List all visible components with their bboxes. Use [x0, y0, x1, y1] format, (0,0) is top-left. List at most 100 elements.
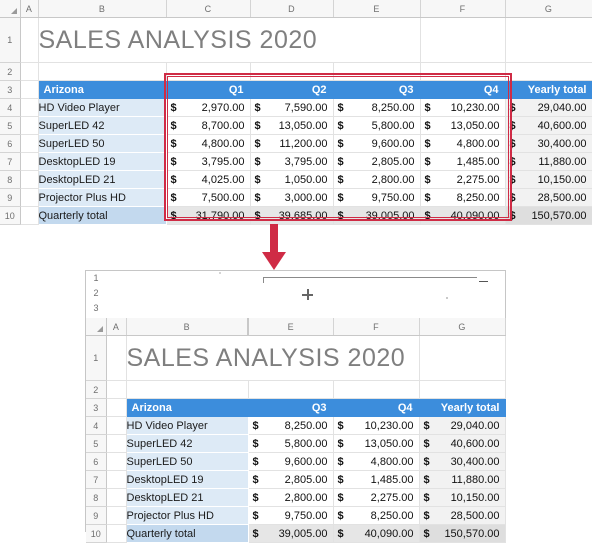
bottom-cell-a5[interactable]: [106, 434, 127, 453]
bottom-q3-value[interactable]: $2,800.00: [248, 488, 334, 507]
bottom-q4-value[interactable]: $10,230.00: [333, 416, 420, 435]
bottom-product-label[interactable]: HD Video Player: [126, 416, 249, 435]
top-yearly-value[interactable]: $40,600.00: [505, 116, 592, 135]
top-col-header-g[interactable]: G: [505, 0, 592, 18]
top-col-header-f[interactable]: F: [420, 0, 506, 18]
top-cell-g2[interactable]: [505, 62, 592, 81]
top-row-header-4[interactable]: 4: [0, 98, 21, 117]
bottom-product-label[interactable]: DesktopLED 21: [126, 488, 249, 507]
bottom-row-header-8[interactable]: 8: [86, 488, 107, 507]
bottom-product-label[interactable]: DesktopLED 19: [126, 470, 249, 489]
top-q2-value[interactable]: $3,000.00: [250, 188, 334, 207]
bottom-q4-total[interactable]: $40,090.00: [333, 524, 420, 543]
bottom-cell-a9[interactable]: [106, 506, 127, 525]
top-q4-value[interactable]: $10,230.00: [420, 98, 506, 117]
outline-level-2[interactable]: 2: [86, 286, 106, 301]
bottom-row-header-7[interactable]: 7: [86, 470, 107, 489]
top-cell-g1[interactable]: [505, 17, 592, 63]
top-q4-value[interactable]: $2,275.00: [420, 170, 506, 189]
top-grand-total[interactable]: $150,570.00: [505, 206, 592, 225]
top-q1-value[interactable]: $4,800.00: [166, 134, 251, 153]
group-expand-button[interactable]: [302, 289, 313, 300]
top-cell-f2[interactable]: [420, 62, 506, 81]
top-cell-a8[interactable]: [20, 170, 39, 189]
bottom-cell-a1[interactable]: [106, 335, 127, 381]
top-q3-total[interactable]: $39,005.00: [333, 206, 421, 225]
bottom-product-label[interactable]: SuperLED 50: [126, 452, 249, 471]
top-row-header-9[interactable]: 9: [0, 188, 21, 207]
top-q4-total[interactable]: $40,090.00: [420, 206, 506, 225]
bottom-grand-total[interactable]: $150,570.00: [419, 524, 506, 543]
top-header-yearly-total[interactable]: Yearly total: [505, 80, 592, 99]
bottom-q4-value[interactable]: $2,275.00: [333, 488, 420, 507]
top-row-header-7[interactable]: 7: [0, 152, 21, 171]
top-header-q2[interactable]: Q2: [250, 80, 334, 99]
top-q3-value[interactable]: $9,600.00: [333, 134, 421, 153]
top-col-header-c[interactable]: C: [166, 0, 251, 18]
bottom-q4-value[interactable]: $1,485.00: [333, 470, 420, 489]
top-header-region[interactable]: Arizona: [38, 80, 167, 99]
bottom-cell-g1[interactable]: [419, 335, 506, 381]
bottom-row-header-9[interactable]: 9: [86, 506, 107, 525]
bottom-yearly-value[interactable]: $30,400.00: [419, 452, 506, 471]
top-col-header-a[interactable]: A: [20, 0, 39, 18]
top-q2-value[interactable]: $1,050.00: [250, 170, 334, 189]
bottom-yearly-value[interactable]: $11,880.00: [419, 470, 506, 489]
top-cell-c2[interactable]: [166, 62, 251, 81]
top-q3-value[interactable]: $9,750.00: [333, 188, 421, 207]
top-q2-value[interactable]: $13,050.00: [250, 116, 334, 135]
bottom-q3-value[interactable]: $9,600.00: [248, 452, 334, 471]
bottom-cell-a10[interactable]: [106, 524, 127, 543]
bottom-col-header-b[interactable]: B: [126, 318, 249, 336]
top-row-header-6[interactable]: 6: [0, 134, 21, 153]
top-header-q1[interactable]: Q1: [166, 80, 251, 99]
top-row-header-1[interactable]: 1: [0, 17, 21, 63]
top-header-q4[interactable]: Q4: [420, 80, 506, 99]
bottom-row-header-3[interactable]: 3: [86, 398, 107, 417]
bottom-header-yearly-total[interactable]: Yearly total: [419, 398, 506, 417]
bottom-cell-a4[interactable]: [106, 416, 127, 435]
top-header-q3[interactable]: Q3: [333, 80, 421, 99]
bottom-row-header-2[interactable]: 2: [86, 380, 107, 399]
top-yearly-value[interactable]: $29,040.00: [505, 98, 592, 117]
top-product-label[interactable]: SuperLED 42: [38, 116, 167, 135]
top-q1-value[interactable]: $3,795.00: [166, 152, 251, 171]
top-row-header-10[interactable]: 10: [0, 206, 21, 225]
top-q4-value[interactable]: $1,485.00: [420, 152, 506, 171]
bottom-col-header-f[interactable]: F: [333, 318, 420, 336]
top-q3-value[interactable]: $5,800.00: [333, 116, 421, 135]
top-row-header-3[interactable]: 3: [0, 80, 21, 99]
top-product-label[interactable]: HD Video Player: [38, 98, 167, 117]
bottom-cell-g2[interactable]: [419, 380, 506, 399]
bottom-product-label[interactable]: Projector Plus HD: [126, 506, 249, 525]
top-yearly-value[interactable]: $10,150.00: [505, 170, 592, 189]
top-q1-value[interactable]: $8,700.00: [166, 116, 251, 135]
top-q2-total[interactable]: $39,685.00: [250, 206, 334, 225]
top-q3-value[interactable]: $2,805.00: [333, 152, 421, 171]
outline-level-3[interactable]: 3: [86, 301, 106, 316]
bottom-header-region[interactable]: Arizona: [126, 398, 249, 417]
group-collapse-button[interactable]: [479, 277, 488, 286]
top-row-header-5[interactable]: 5: [0, 116, 21, 135]
top-q1-value[interactable]: $4,025.00: [166, 170, 251, 189]
bottom-q3-total[interactable]: $39,005.00: [248, 524, 334, 543]
top-row-header-2[interactable]: 2: [0, 62, 21, 81]
top-row-header-8[interactable]: 8: [0, 170, 21, 189]
top-cell-b2[interactable]: [38, 62, 167, 81]
outline-level-1[interactable]: 1: [86, 271, 106, 286]
top-cell-a3[interactable]: [20, 80, 39, 99]
top-yearly-value[interactable]: $30,400.00: [505, 134, 592, 153]
bottom-yearly-value[interactable]: $10,150.00: [419, 488, 506, 507]
top-cell-a2[interactable]: [20, 62, 39, 81]
bottom-col-header-a[interactable]: A: [106, 318, 127, 336]
bottom-q4-value[interactable]: $13,050.00: [333, 434, 420, 453]
top-q2-value[interactable]: $11,200.00: [250, 134, 334, 153]
bottom-yearly-value[interactable]: $40,600.00: [419, 434, 506, 453]
top-q4-value[interactable]: $8,250.00: [420, 188, 506, 207]
top-q4-value[interactable]: $4,800.00: [420, 134, 506, 153]
bottom-cell-b2[interactable]: [126, 380, 249, 399]
bottom-q4-value[interactable]: $8,250.00: [333, 506, 420, 525]
top-product-label[interactable]: DesktopLED 21: [38, 170, 167, 189]
top-cell-a9[interactable]: [20, 188, 39, 207]
bottom-cell-a8[interactable]: [106, 488, 127, 507]
